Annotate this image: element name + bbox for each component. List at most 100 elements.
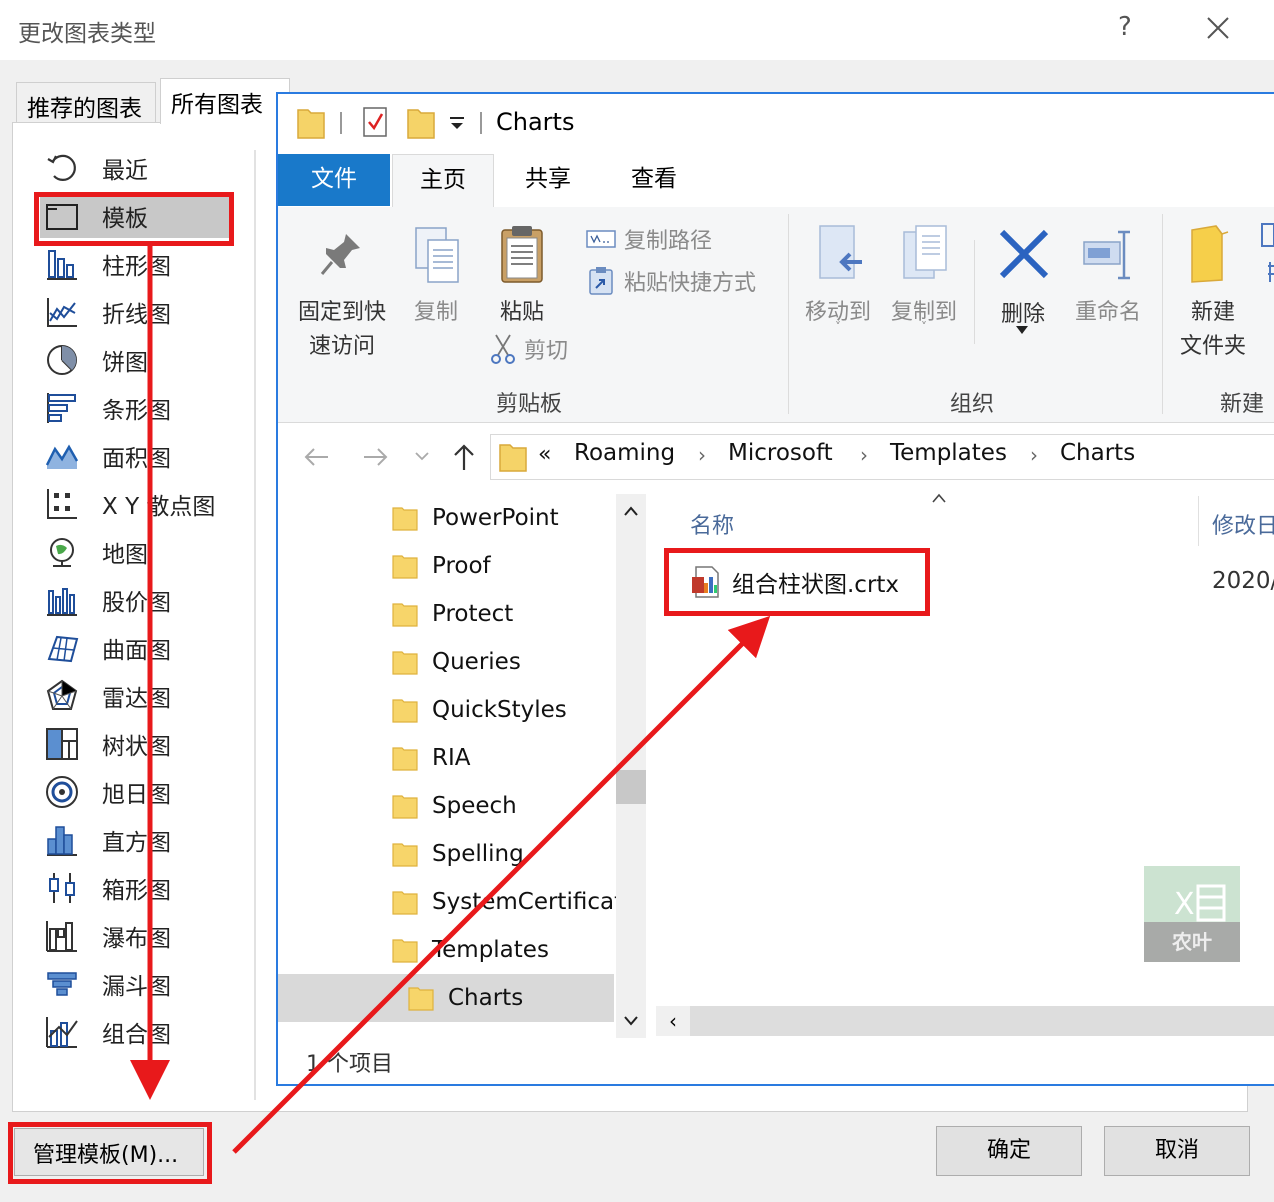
new-item-icon[interactable] <box>1258 222 1274 294</box>
pin-label: 固定到快 <box>297 300 386 325</box>
watermark-text: 农叶 <box>1144 922 1240 962</box>
ok-button[interactable]: 确定 <box>936 1126 1082 1176</box>
help-button[interactable]: ? <box>1118 12 1132 42</box>
column-header-name[interactable]: 名称 <box>690 508 734 540</box>
scatter-chart-icon <box>44 486 80 522</box>
crumb-separator[interactable]: › <box>860 443 868 467</box>
stock-chart-icon <box>44 582 80 618</box>
paste-shortcut-button[interactable]: 粘贴快捷方式 <box>586 264 776 298</box>
copy-path-icon <box>586 230 616 248</box>
new-folder-icon[interactable] <box>406 104 436 140</box>
chart-type-radar[interactable]: 雷达图 <box>40 674 230 718</box>
crumb-templates[interactable]: Templates <box>890 440 1007 466</box>
chart-type-histogram[interactable]: 直方图 <box>40 818 230 862</box>
pin-quick-access-button[interactable]: 固定到快 速访问 <box>292 226 392 366</box>
folder-tree-item[interactable]: Speech <box>392 784 517 828</box>
folder-tree-item[interactable]: PowerPoint <box>392 496 559 540</box>
chart-type-column[interactable]: 柱形图 <box>40 242 230 286</box>
copy-to-icon <box>903 225 947 279</box>
treemap-chart-icon <box>44 726 80 762</box>
folder-icon <box>392 507 418 531</box>
tab-share[interactable]: 共享 <box>500 154 596 206</box>
nav-scrollbar-thumb[interactable] <box>616 770 646 804</box>
chart-type-pie[interactable]: 饼图 <box>40 338 230 382</box>
tab-home[interactable]: 主页 <box>392 154 494 208</box>
rename-button[interactable]: 重命名 <box>1070 224 1146 334</box>
delete-button[interactable]: 删除 <box>990 224 1056 338</box>
copy-button[interactable]: 复制 <box>406 226 466 326</box>
chart-type-recent[interactable]: 最近 <box>40 146 230 190</box>
organize-group-label: 组织 <box>950 392 995 417</box>
folder-tree-item[interactable]: Spelling <box>392 832 524 876</box>
paste-icon <box>501 226 543 283</box>
cut-label: 剪切 <box>524 339 569 364</box>
forward-arrow-icon[interactable] <box>362 444 390 470</box>
cut-button[interactable]: 剪切 <box>488 332 588 366</box>
chart-type-treemap[interactable]: 树状图 <box>40 722 230 766</box>
tab-file[interactable]: 文件 <box>278 154 390 206</box>
pin-icon <box>320 234 360 275</box>
folder-tree-item[interactable]: Charts <box>408 976 523 1020</box>
ribbon-separator <box>788 214 789 414</box>
chart-type-stock[interactable]: 股价图 <box>40 578 230 622</box>
chart-type-surface[interactable]: 曲面图 <box>40 626 230 670</box>
tab-recommended-charts[interactable]: 推荐的图表 <box>16 82 156 122</box>
recent-locations-chevron-icon[interactable] <box>414 450 430 462</box>
crumb-separator[interactable]: › <box>1030 443 1038 467</box>
folder-tree-item[interactable]: RIA <box>392 736 471 780</box>
folder-tree-item[interactable]: SystemCertificat <box>392 880 623 924</box>
chart-type-scatter[interactable]: X Y 散点图 <box>40 482 230 526</box>
copy-path-button[interactable]: 复制路径 <box>586 222 776 256</box>
crumb-separator[interactable]: › <box>698 443 706 467</box>
status-item-count: 1 个项目 <box>306 1052 393 1077</box>
scroll-left-chevron-icon[interactable]: ‹ <box>656 1006 690 1036</box>
folder-tree-item[interactable]: QuickStyles <box>392 688 567 732</box>
properties-icon[interactable] <box>360 104 390 140</box>
back-arrow-icon[interactable] <box>302 444 330 470</box>
address-overflow-chevron[interactable]: « <box>538 442 551 467</box>
area-chart-icon <box>44 438 80 474</box>
move-to-button[interactable]: 移动到 ˅ <box>800 224 876 334</box>
column-header-modified[interactable]: 修改日 <box>1212 508 1274 540</box>
customize-toolbar-icon[interactable] <box>448 116 466 132</box>
chart-type-sunburst[interactable]: 旭日图 <box>40 770 230 814</box>
chart-type-label: 饼图 <box>102 350 148 376</box>
crumb-microsoft[interactable]: Microsoft <box>728 440 833 466</box>
highlight-box-templates <box>34 192 234 246</box>
scroll-down-chevron-icon[interactable] <box>622 1014 640 1028</box>
new-folder-label: 新建 <box>1190 300 1235 325</box>
scroll-up-chevron-icon[interactable] <box>622 504 640 518</box>
map-chart-icon <box>44 534 80 570</box>
chart-type-combo[interactable]: 组合图 <box>40 1010 230 1054</box>
horizontal-scrollbar[interactable] <box>656 1006 1274 1036</box>
paste-button[interactable]: 粘贴 <box>490 224 554 325</box>
chart-type-area[interactable]: 面积图 <box>40 434 230 478</box>
folder-icon[interactable] <box>296 104 326 140</box>
tab-view[interactable]: 查看 <box>606 154 702 206</box>
chart-type-funnel[interactable]: 漏斗图 <box>40 962 230 1006</box>
up-arrow-icon[interactable] <box>450 442 478 472</box>
chart-type-bar[interactable]: 条形图 <box>40 386 230 430</box>
ribbon-separator <box>1162 214 1163 414</box>
copy-to-button[interactable]: 复制到 ˅ <box>884 224 964 334</box>
chart-type-box-whisker[interactable]: 箱形图 <box>40 866 230 910</box>
chart-type-line[interactable]: 折线图 <box>40 290 230 334</box>
tab-all-charts[interactable]: 所有图表 <box>160 78 290 124</box>
new-folder-button[interactable]: 新建 文件夹 <box>1172 224 1254 364</box>
close-button[interactable] <box>1198 8 1238 48</box>
chart-type-map[interactable]: 地图 <box>40 530 230 574</box>
cancel-button[interactable]: 取消 <box>1104 1126 1250 1176</box>
folder-tree-item[interactable]: Protect <box>392 592 513 636</box>
column-divider[interactable] <box>1198 496 1199 546</box>
crumb-roaming[interactable]: Roaming <box>574 440 675 466</box>
pie-chart-icon <box>44 342 80 378</box>
nav-scrollbar[interactable] <box>616 494 646 1038</box>
folder-tree-item[interactable]: Templates <box>392 928 549 972</box>
folder-tree-item[interactable]: Queries <box>392 640 521 684</box>
crumb-charts[interactable]: Charts <box>1060 440 1135 466</box>
folder-name: Protect <box>432 601 514 627</box>
folder-tree-item[interactable]: Proof <box>392 544 491 588</box>
chart-type-waterfall[interactable]: 瀑布图 <box>40 914 230 958</box>
chart-type-label: 折线图 <box>102 302 171 328</box>
radar-chart-icon <box>44 678 80 714</box>
